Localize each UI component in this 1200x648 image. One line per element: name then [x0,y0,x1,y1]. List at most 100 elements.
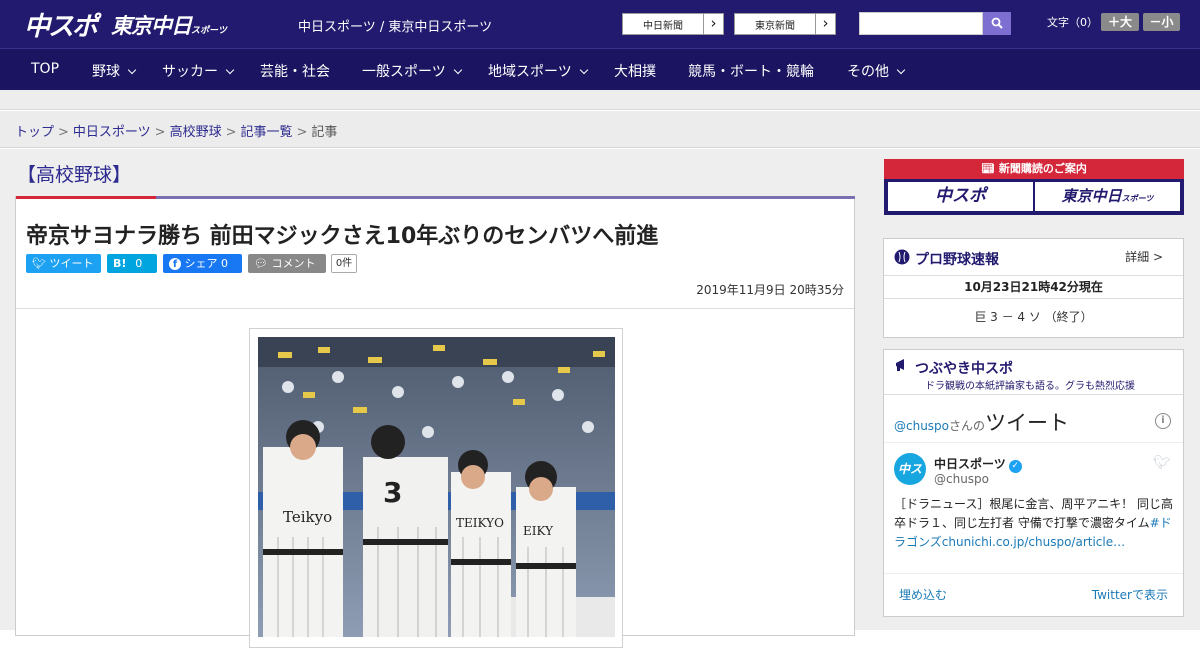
timeline-handle[interactable]: @chuspo [894,419,949,433]
nav-item-soccer[interactable]: サッカー [162,61,235,81]
font-larger-button[interactable]: ＋大 [1101,13,1139,31]
nav-item-top[interactable]: TOP [31,61,59,77]
svg-text:Teikyo: Teikyo [283,508,332,526]
svg-text:TEIKYO: TEIKYO [456,516,504,530]
chevron-down-icon [225,65,235,75]
twitter-timeline-widget: @chuspoさんのツイート i 中スポ 中日スポーツ ✓ @chuspo 🐦︎ … [883,394,1184,617]
breadcrumb-separator: > [58,125,69,140]
pro-baseball-title: プロ野球速報 [915,252,999,268]
view-on-twitter-link[interactable]: Twitterで表示 [1092,586,1168,603]
tweets-subtitle: ドラ観戦の本紙評論家も語る。グラも熱烈応援 [925,381,1135,392]
embed-link[interactable]: 埋め込む [899,586,947,603]
nav-label: 地域スポーツ [488,64,572,80]
divider [156,196,855,199]
nav-label: 一般スポーツ [362,64,446,80]
nav-label: TOP [31,61,60,77]
tweets-box-header: つぶやき中スポ ドラ観戦の本紙評論家も語る。グラも熱烈応援 [883,349,1184,394]
avatar[interactable]: 中スポ [894,453,926,508]
svg-text:3: 3 [383,476,402,509]
nav-item-other[interactable]: その他 [847,61,906,81]
site-header: 中スポ 東京中日スポーツ 中日スポーツ / 東京中日スポーツ 中日新聞 › 東京… [0,0,1200,48]
search-button[interactable] [983,12,1011,35]
nav-label: その他 [847,64,889,80]
nav-item-entertainment[interactable]: 芸能・社会 [260,61,330,81]
breadcrumb-separator: > [154,125,166,140]
nav-label: 競馬・ボート・競輪 [688,64,814,80]
pro-baseball-score[interactable]: 巨 3 － 4 ソ （終了） [884,308,1183,325]
nav-label: 大相撲 [614,64,656,80]
chunichi-shimbun-label: 中日新聞 [643,21,683,32]
breadcrumb-top[interactable]: トップ [15,125,54,140]
divider [16,196,156,199]
promo-title: 📰︎ 新聞購読のご案内 [884,159,1184,179]
timeline-footer: 埋め込む Twitterで表示 [884,573,1183,602]
search-input[interactable] [859,12,983,35]
facebook-share-label: シェア [184,257,218,270]
tweet-label: ツイート [49,257,94,270]
main-nav: TOP 野球 サッカー 芸能・社会 一般スポーツ 地域スポーツ 大相撲 競馬・ボ… [0,48,1200,90]
tweet-button[interactable]: 🐦︎ ツイート [26,254,101,273]
subscription-promo[interactable]: 📰︎ 新聞購読のご案内 中スポ 東京中日スポーツ [884,159,1184,215]
nav-item-regional-sports[interactable]: 地域スポーツ [488,61,588,81]
nav-item-baseball[interactable]: 野球 [92,61,137,81]
tweet-link[interactable]: chunichi.co.jp/chuspo/article… [942,535,1125,549]
chuspo-logo[interactable]: 中スポ [24,6,98,43]
font-size-label: 文字（0） [1047,16,1098,29]
font-smaller-button[interactable]: －小 [1143,13,1180,31]
chevron-down-icon [579,65,588,75]
comment-button[interactable]: 💬︎ コメント [248,254,326,273]
pro-baseball-as-of: 10月23日21時42分現在 [884,275,1183,299]
facebook-share-button[interactable]: f シェア 0 [163,254,242,273]
promo-chuspo-button[interactable]: 中スポ [888,182,1033,211]
nav-item-racing[interactable]: 競馬・ボート・競輪 [688,61,814,81]
hatena-count: 0 [135,257,143,270]
timeline-san: さんの [949,419,986,433]
nav-item-general-sports[interactable]: 一般スポーツ [362,61,462,81]
search-icon [991,17,1003,29]
verified-icon: ✓ [1008,460,1022,473]
tweet-account-name[interactable]: 中日スポーツ ✓ [934,455,1022,473]
breadcrumb-current: 記事 [311,125,338,140]
breadcrumb: トップ > 中日スポーツ > 高校野球 > 記事一覧 > 記事 [15,121,337,140]
timeline-word: ツイート [985,411,1070,435]
article-photo[interactable]: Teikyo 3 TEIKYO EIKY [258,337,615,637]
twitter-bird-icon[interactable]: 🐦︎ [1153,455,1171,471]
tweet-account-handle[interactable]: @chuspo [934,472,989,486]
breadcrumb-chuspo[interactable]: 中日スポーツ [73,125,151,140]
chunichi-shimbun-link[interactable]: 中日新聞 › [622,13,724,35]
tokyo-logo-small: スポーツ [191,26,227,36]
breadcrumb-high-school-baseball[interactable]: 高校野球 [170,125,222,140]
facebook-share-count: 0 [221,257,228,270]
tweet-text: ［ドラニュース］根尾に金言、周平アニキ！ 同じ高卒ドラ１、同じ左打者 守備で打撃… [894,495,1176,552]
chevron-right-icon: › [815,14,835,34]
nav-item-sumo[interactable]: 大相撲 [614,61,656,81]
facebook-icon: f [169,258,181,270]
info-icon[interactable]: i [1155,413,1171,429]
article-headline: 帝京サヨナラ勝ち 前田マジックさえ10年ぶりのセンバツへ前進 [26,224,659,249]
tokyo-shimbun-link[interactable]: 東京新聞 › [734,13,836,35]
category-tag[interactable]: 【高校野球】 [17,160,131,187]
pro-baseball-live-box: プロ野球速報 詳細 > 10月23日21時42分現在 巨 3 － 4 ソ （終了… [883,238,1184,338]
article-card: 帝京サヨナラ勝ち 前田マジックさえ10年ぶりのセンバツへ前進 🐦︎ ツイート B… [15,196,855,648]
hatena-icon: B! [113,257,127,270]
chevron-down-icon [127,65,137,75]
hatena-bookmark-button[interactable]: B! 0 [107,254,157,273]
speech-bubble-icon: 💬︎ [254,257,268,270]
tokyo-chunichi-logo[interactable]: 東京中日スポーツ [111,10,227,40]
breadcrumb-article-list[interactable]: 記事一覧 [241,125,293,140]
tokyo-shimbun-label: 東京新聞 [755,21,795,32]
nav-label: 野球 [92,64,120,80]
divider [884,442,1183,443]
site-name[interactable]: 中日スポーツ / 東京中日スポーツ [298,16,492,35]
newspaper-icon: 📰︎ [981,162,999,175]
breadcrumb-separator: > [225,125,237,140]
timeline-header: @chuspoさんのツイート [894,407,1069,437]
svg-text:EIKY: EIKY [523,524,554,538]
pro-baseball-detail-link[interactable]: 詳細 > [1125,248,1163,265]
promo-tokyo-chunichi-button[interactable]: 東京中日スポーツ [1035,182,1180,211]
chevron-right-icon: › [703,14,723,34]
nav-label: サッカー [162,64,218,80]
comment-label: コメント [271,257,316,270]
chevron-down-icon [896,65,906,75]
comment-count: 0件 [331,254,357,273]
